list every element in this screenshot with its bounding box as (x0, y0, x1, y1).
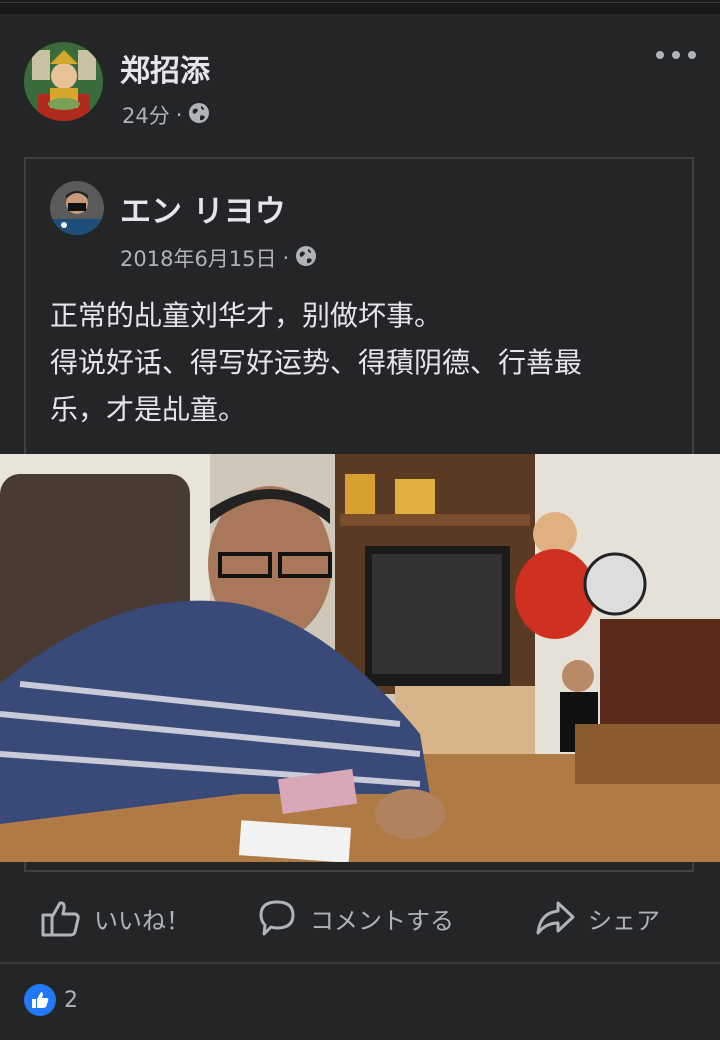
meta-separator: · (175, 103, 183, 127)
action-bar: いいね！ コメントする シェア (0, 883, 720, 953)
like-count: 2 (64, 987, 78, 1013)
globe-icon[interactable] (295, 245, 317, 272)
meta-separator: · (282, 246, 290, 270)
comment-label: コメントする (310, 906, 454, 935)
shared-author-name[interactable]: エン リヨウ (120, 186, 286, 231)
top-divider (0, 2, 720, 3)
comment-button[interactable]: コメントする (256, 883, 454, 953)
shared-post-date[interactable]: 2018年6月15日 (120, 243, 277, 273)
reactions-divider (0, 962, 720, 964)
author-avatar[interactable] (24, 42, 103, 121)
like-button[interactable]: いいね！ (40, 883, 190, 953)
thumb-up-icon (41, 901, 80, 937)
post-author-name[interactable]: 郑招添 (120, 46, 210, 90)
text-line: 正常的乩童刘华才，别做坏事。 (50, 299, 443, 332)
shared-post-text: 正常的乩童刘华才，别做坏事。 得说好话、得写好运势、得積阴德、行善最 乐，才是乩… (50, 292, 680, 433)
comment-icon (259, 900, 295, 936)
globe-icon[interactable] (188, 102, 210, 129)
text-line: 得说好话、得写好运势、得積阴德、行善最 (50, 346, 583, 379)
like-thumb-icon (24, 984, 56, 1016)
reactions-summary[interactable]: 2 (24, 984, 78, 1016)
text-line: 乐，才是乩童。 (50, 393, 247, 426)
post-time[interactable]: 24分 (122, 100, 170, 130)
share-button[interactable]: シェア (534, 883, 660, 953)
shared-post-meta: 2018年6月15日 · (120, 243, 317, 273)
like-label: いいね！ (94, 906, 190, 935)
share-arrow-icon (536, 901, 575, 935)
post-meta: 24分 · (122, 100, 210, 130)
share-label: シェア (588, 906, 660, 935)
shared-author-avatar[interactable] (50, 181, 104, 235)
post-photo[interactable] (0, 454, 720, 862)
more-dots-icon[interactable] (656, 40, 696, 70)
top-bar (0, 0, 720, 14)
